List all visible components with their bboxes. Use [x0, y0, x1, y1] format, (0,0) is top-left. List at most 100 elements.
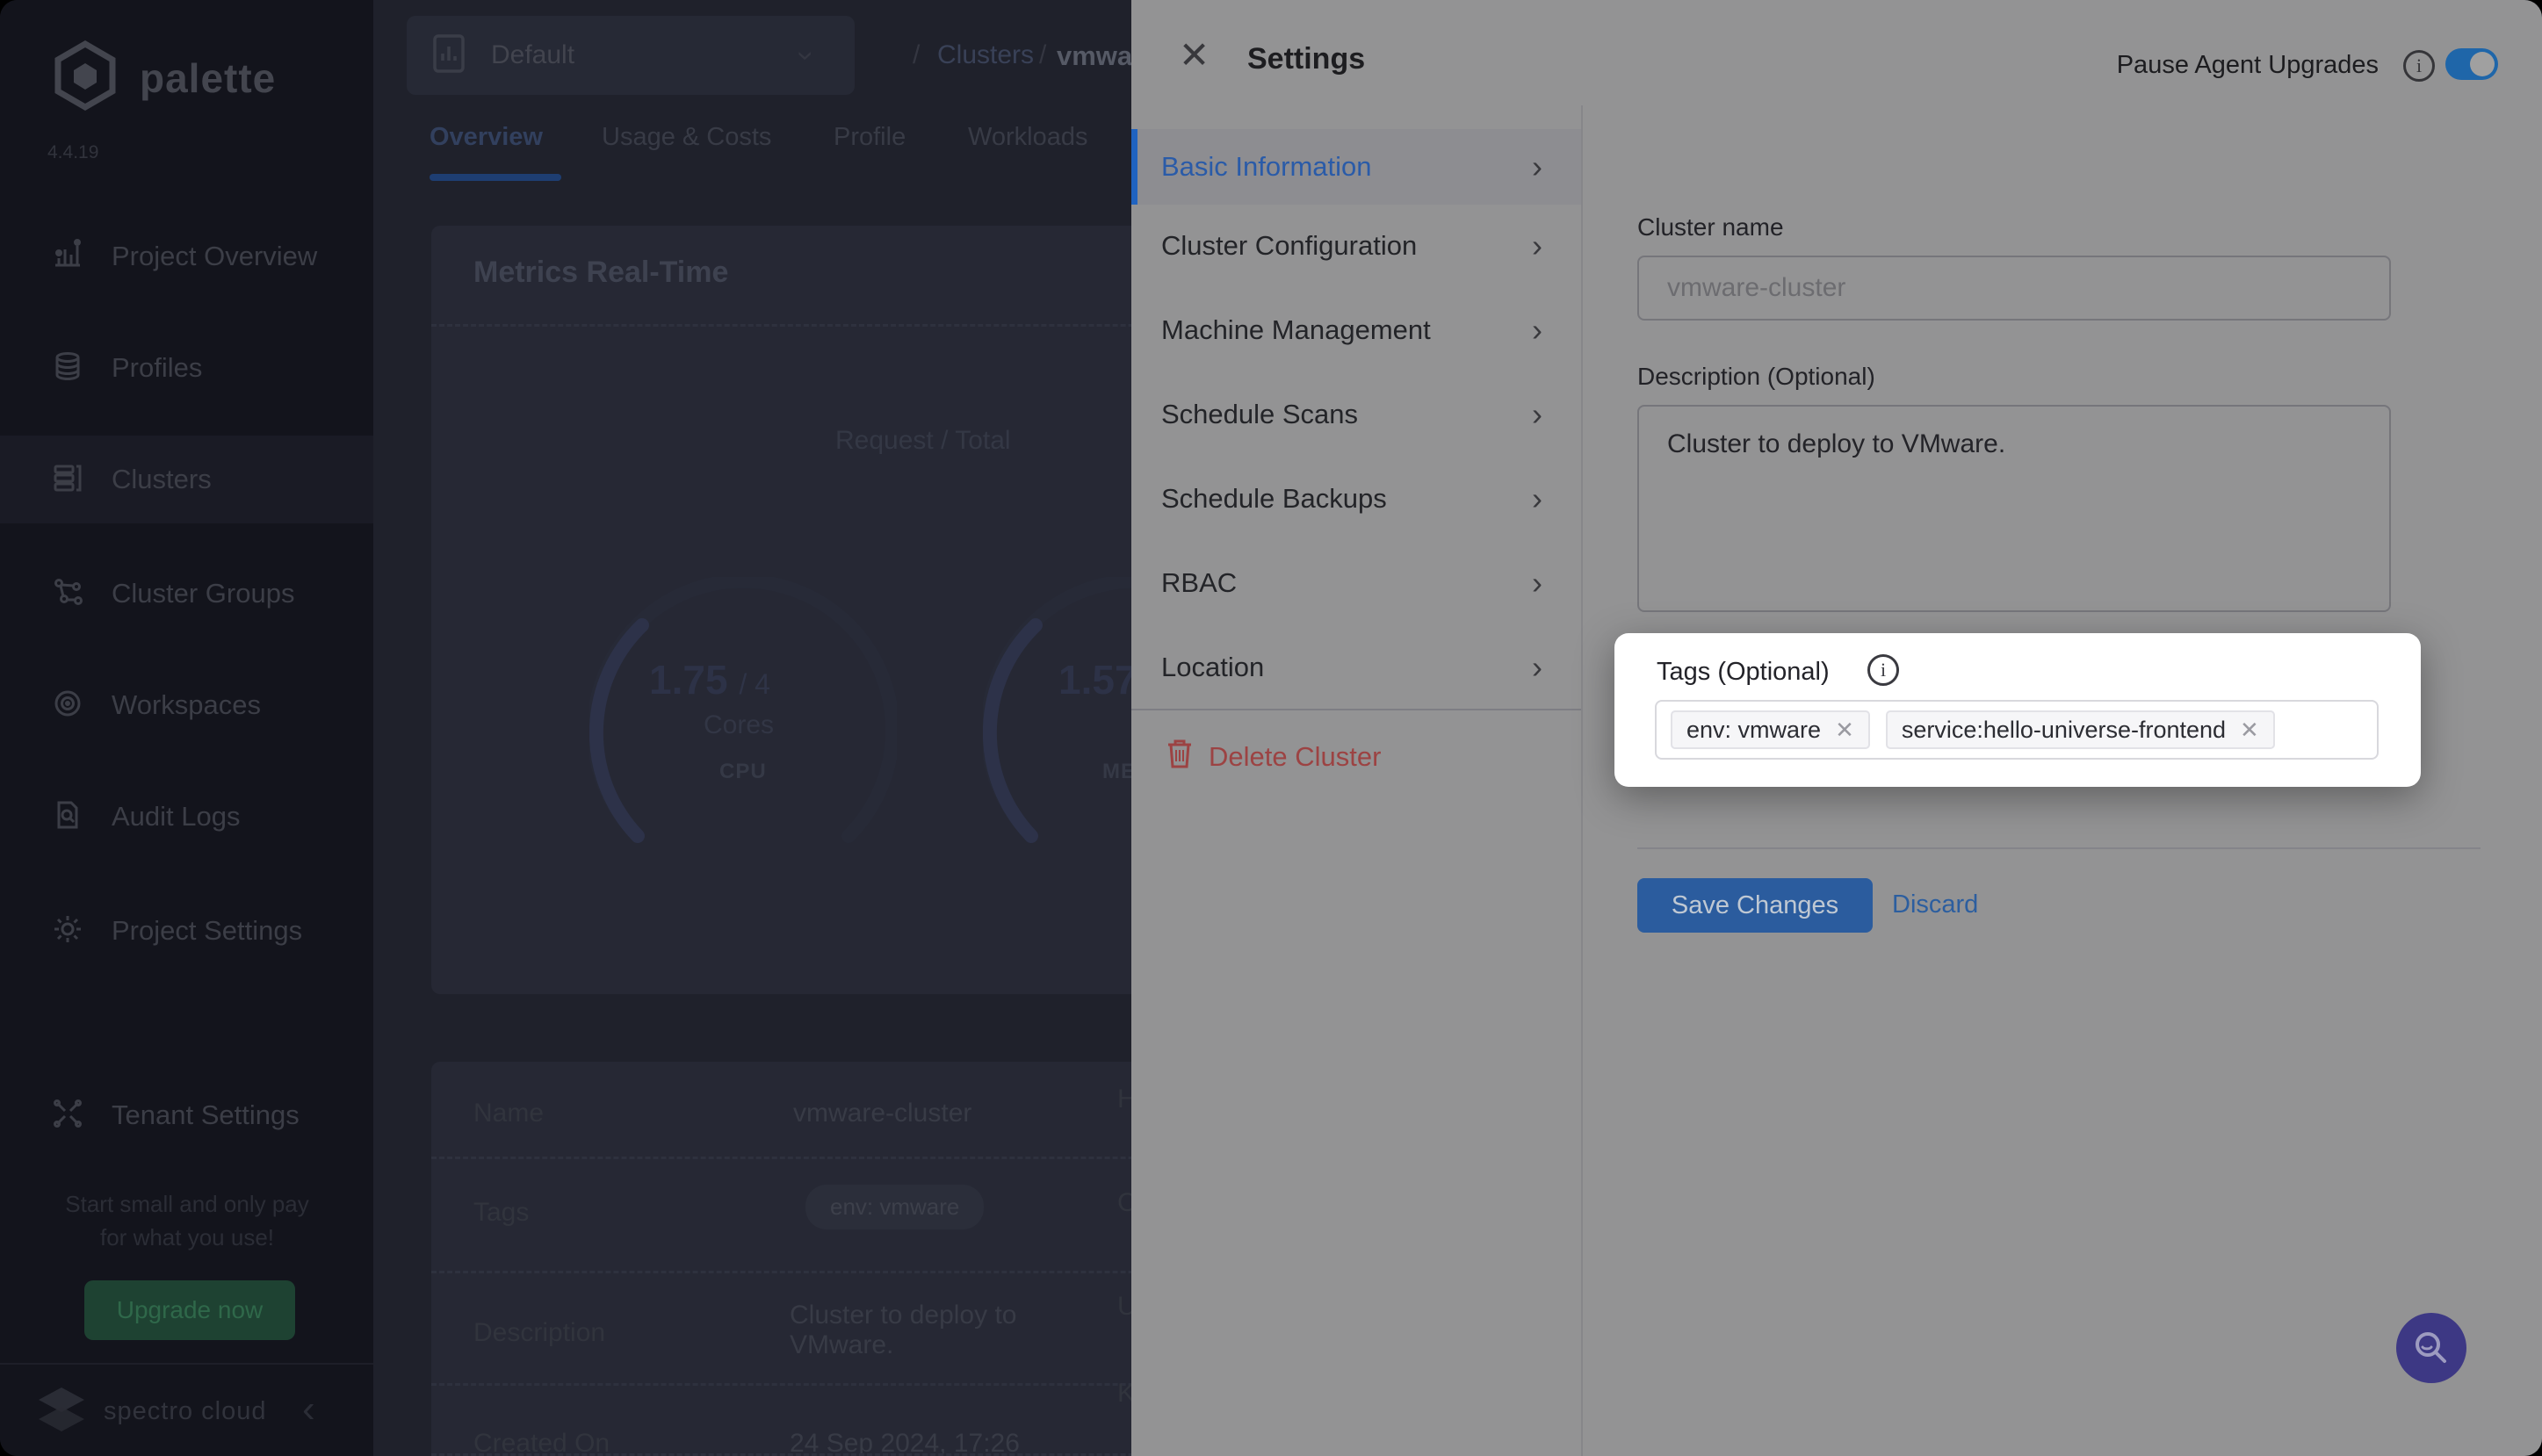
sidebar-item-label: Cluster Groups — [112, 578, 294, 609]
tags-input[interactable]: env: vmware ✕ service:hello-universe-fro… — [1655, 700, 2379, 760]
collapse-sidebar-icon[interactable]: ‹ — [302, 1388, 315, 1431]
memory-gauge-value: 1.57 — [1058, 656, 1137, 703]
sidebar-item-label: Tenant Settings — [112, 1099, 300, 1131]
upgrade-now-button[interactable]: Upgrade now — [84, 1280, 295, 1340]
magnifier-smile-icon — [2412, 1329, 2451, 1367]
brand: palette — [48, 39, 276, 117]
active-tab-underline — [430, 174, 561, 181]
chevron-right-icon: › — [1532, 649, 1542, 686]
chevron-right-icon: › — [1532, 565, 1542, 602]
menu-item-location[interactable]: Location› — [1131, 630, 1581, 705]
menu-item-rbac[interactable]: RBAC› — [1131, 545, 1581, 621]
info-icon[interactable]: i — [1867, 654, 1899, 686]
tag-chip: env: vmware — [805, 1185, 984, 1229]
toggle-knob — [2470, 52, 2495, 76]
brand-name: palette — [140, 54, 276, 102]
project-selector-value: Default — [491, 40, 574, 70]
sidebar-divider — [0, 1363, 373, 1365]
menu-divider — [1131, 709, 1581, 710]
chart-icon — [430, 32, 468, 79]
tag-chip: service:hello-universe-frontend ✕ — [1886, 710, 2275, 749]
menu-item-machine-management[interactable]: Machine Management› — [1131, 292, 1581, 368]
breadcrumb-clusters[interactable]: Clusters — [937, 40, 1034, 70]
tab-overview[interactable]: Overview — [430, 123, 543, 152]
chevron-right-icon: › — [1532, 312, 1542, 349]
settings-title: Settings — [1247, 42, 1365, 76]
network-nodes-icon — [52, 576, 83, 612]
tab-workloads[interactable]: Workloads — [968, 123, 1087, 152]
tab-profile[interactable]: Profile — [834, 123, 906, 152]
cpu-gauge-caption: CPU — [719, 760, 767, 784]
description-label: Description (Optional) — [1637, 363, 1875, 391]
menu-item-schedule-backups[interactable]: Schedule Backups› — [1131, 461, 1581, 537]
target-icon — [52, 688, 83, 724]
trash-icon — [1166, 738, 1193, 776]
app-window: palette 4.4.19 Project Overview Profiles… — [0, 0, 2542, 1456]
discard-button[interactable]: Discard — [1892, 890, 1978, 919]
server-list-icon — [52, 462, 83, 498]
chevron-right-icon: › — [1532, 396, 1542, 433]
bar-chart-icon — [52, 239, 83, 275]
sidebar-item-label: Project Overview — [112, 241, 317, 272]
form-divider — [1637, 847, 2481, 849]
info-icon[interactable]: i — [2403, 50, 2435, 82]
sidebar-item-project-overview[interactable]: Project Overview — [0, 213, 373, 300]
menu-item-schedule-scans[interactable]: Schedule Scans› — [1131, 377, 1581, 452]
sidebar-item-cluster-groups[interactable]: Cluster Groups — [0, 550, 373, 638]
sidebar-item-profiles[interactable]: Profiles — [0, 324, 373, 412]
app-version: 4.4.19 — [47, 142, 98, 163]
promo-text: Start small and only pay for what you us… — [42, 1187, 332, 1254]
detail-value-description: Cluster to deploy to VMware. — [790, 1301, 1016, 1360]
tag-chip: env: vmware ✕ — [1671, 710, 1870, 749]
breadcrumb-separator: / — [1039, 40, 1046, 70]
breadcrumb-current: vmwar — [1057, 40, 1143, 72]
gear-icon — [52, 913, 83, 949]
settings-menu-divider — [1581, 105, 1583, 1456]
sidebar-item-workspaces[interactable]: Workspaces — [0, 661, 373, 749]
gauge-legend: Request / Total — [835, 426, 1011, 456]
close-icon[interactable]: ✕ — [1179, 33, 1210, 76]
settings-panel: ✕ Settings Pause Agent Upgrades i Basic … — [1131, 0, 2542, 1456]
sidebar-item-label: Workspaces — [112, 689, 261, 721]
chevron-right-icon: › — [1532, 227, 1542, 264]
sidebar-item-tenant-settings[interactable]: Tenant Settings — [0, 1071, 373, 1159]
tags-label: Tags (Optional) — [1657, 658, 1830, 687]
pause-agent-upgrades-toggle[interactable] — [2445, 48, 2498, 80]
metrics-title: Metrics Real-Time — [473, 256, 728, 290]
remove-tag-icon[interactable]: ✕ — [1835, 717, 1854, 744]
remove-tag-icon[interactable]: ✕ — [2240, 717, 2259, 744]
detail-value-name: vmware-cluster — [793, 1099, 971, 1128]
sidebar-item-clusters[interactable]: Clusters — [0, 436, 373, 523]
breadcrumb-separator: / — [913, 40, 920, 70]
project-selector[interactable]: Default › — [407, 16, 855, 95]
sidebar-item-audit-logs[interactable]: Audit Logs — [0, 773, 373, 861]
cluster-name-input[interactable]: vmware-cluster — [1637, 256, 2391, 321]
sidebar-item-label: Project Settings — [112, 915, 302, 947]
chevron-down-icon: › — [789, 51, 823, 61]
menu-item-basic-information[interactable]: Basic Information› — [1131, 129, 1581, 205]
help-search-button[interactable] — [2396, 1313, 2466, 1383]
cluster-name-label: Cluster name — [1637, 213, 1784, 241]
spectro-cloud-label: spectro cloud — [104, 1397, 267, 1426]
tags-highlight-card: Tags (Optional) i env: vmware ✕ service:… — [1614, 633, 2421, 787]
sidebar-item-project-settings[interactable]: Project Settings — [0, 887, 373, 975]
layers-icon — [52, 350, 83, 386]
tools-icon — [52, 1098, 83, 1134]
sidebar-item-label: Audit Logs — [112, 801, 241, 833]
sidebar: palette 4.4.19 Project Overview Profiles… — [0, 0, 373, 1456]
detail-label: Created On — [473, 1429, 610, 1456]
menu-item-cluster-configuration[interactable]: Cluster Configuration› — [1131, 208, 1581, 284]
spectro-cloud-logo — [35, 1386, 88, 1438]
sidebar-item-label: Profiles — [112, 352, 202, 384]
tab-usage-costs[interactable]: Usage & Costs — [602, 123, 771, 152]
detail-label: Description — [473, 1318, 605, 1348]
detail-label: Name — [473, 1099, 544, 1128]
sidebar-item-label: Clusters — [112, 464, 212, 495]
document-search-icon — [52, 799, 83, 835]
description-textarea[interactable]: Cluster to deploy to VMware. — [1637, 405, 2391, 612]
pause-agent-upgrades-label: Pause Agent Upgrades — [2117, 51, 2379, 80]
palette-logo-icon — [48, 39, 122, 117]
delete-cluster-button[interactable]: Delete Cluster — [1166, 738, 1381, 776]
detail-value-created-on: 24 Sep 2024, 17:26 — [790, 1429, 1020, 1456]
save-changes-button[interactable]: Save Changes — [1637, 878, 1873, 933]
